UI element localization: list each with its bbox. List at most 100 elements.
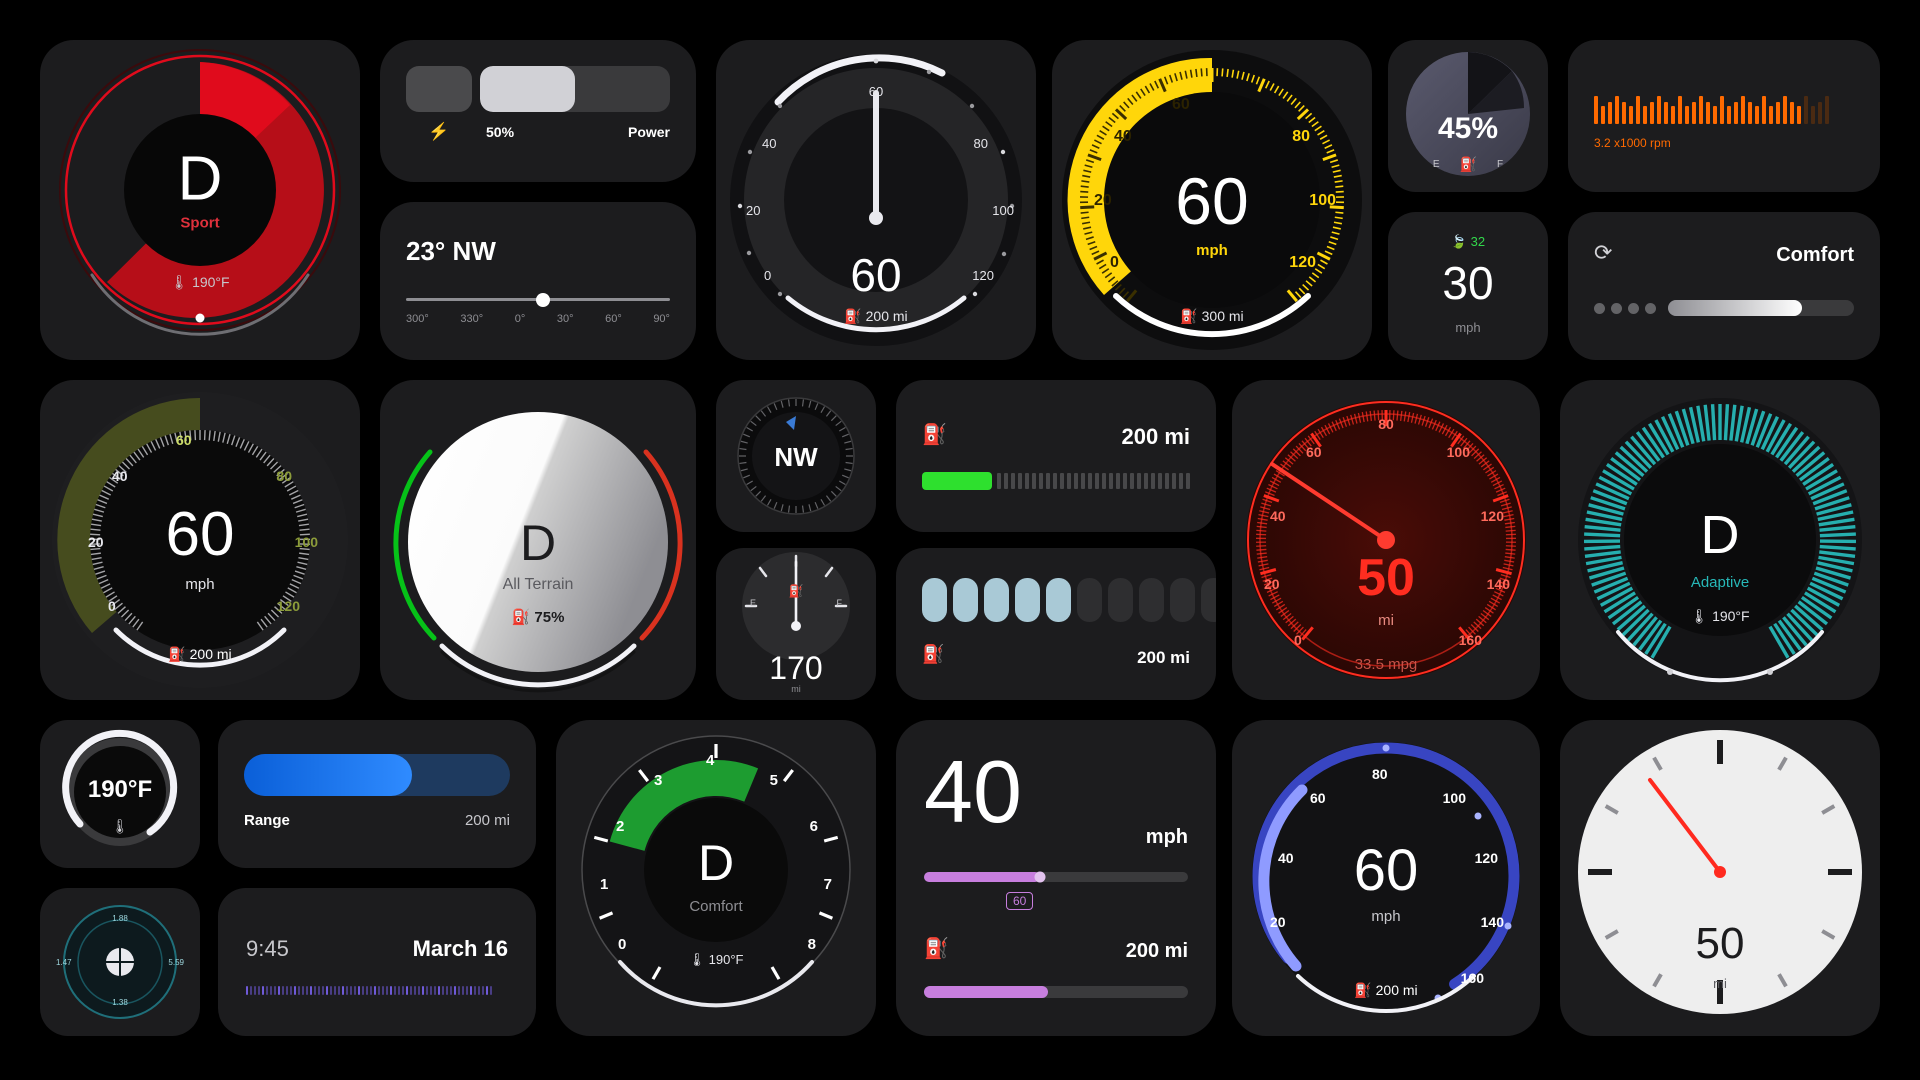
widget-fuel-pie[interactable]: 45% E ⛽ F [1388,40,1548,192]
speedo-mono-range: ⛽ 200 mi [844,308,908,324]
clock-tick [478,986,480,995]
rpm-label: 3.2 x1000 rpm [1594,136,1671,150]
clock-tick [306,986,308,995]
clock-tick-strip [246,986,508,995]
speed-40-slider[interactable] [924,871,1188,883]
red-dial-unit: mi [1378,612,1394,629]
dashboard-widget-gallery: D Sport 🌡 190°F ⚡ 50% Power 23° NW 300° … [0,0,1920,1080]
widget-gear-comfort-dial[interactable]: 4 3 2 1 0 5 6 7 8 D Comfort 🌡 190°F [556,720,876,1036]
rpm-bar [1783,96,1787,124]
widget-heading[interactable]: 23° NW 300° 330° 0° 30° 60° 90° [380,202,696,360]
widget-drive-mode-comfort[interactable]: ⟳ Comfort [1568,212,1880,360]
fuel-pump-icon: ⛽ [1354,982,1372,998]
widget-range-segments[interactable]: ⛽ 200 mi [896,548,1216,700]
gauge-tick [1226,68,1229,78]
widget-eco-speed[interactable]: 🍃 32 30 mph [1388,212,1548,360]
clock-tick [430,986,432,995]
range-tick [1158,473,1162,489]
range-tick [1060,473,1064,489]
widget-range-red-dial[interactable]: 80 60 40 20 0 100 120 140 160 50 mi 33.5… [1232,380,1540,700]
widget-speedo-blue[interactable]: 80 60 40 20 100 120 140 160 60 mph ⛽ 200… [1232,720,1540,1036]
widget-range-green[interactable]: ⛽ 200 mi [896,380,1216,532]
range-tick [1004,473,1008,489]
widget-tire-pressure[interactable]: 1.88 1.47 5.59 1.38 [40,888,200,1036]
range-tick [1039,473,1043,489]
widget-battery-power[interactable]: ⚡ 50% Power [380,40,696,182]
clock-date: March 16 [412,936,508,961]
power-label: Power [627,124,670,140]
speedo-blue-unit: mph [1371,908,1401,925]
clock-tick [422,986,424,995]
range-blue-track[interactable] [244,754,510,796]
mode-dot[interactable] [1628,302,1639,314]
mode-dot[interactable] [1594,302,1605,314]
rpm-bar [1804,96,1808,124]
battery-cell-idle [406,66,472,112]
range-tick [1165,473,1169,489]
rpm-bar [1755,106,1759,124]
fuel-pump-icon: ⛽ [922,424,947,446]
widget-all-terrain[interactable]: D All Terrain ⛽ 75% [380,380,696,700]
widget-analog-white[interactable]: 50 mi [1560,720,1880,1036]
mode-step-dots[interactable] [1594,302,1656,314]
widget-clock-date[interactable]: 9:45 March 16 [218,888,536,1036]
speedo-blue-value: 60 [1353,838,1419,903]
range-tick [1081,473,1085,489]
gauge-tick [1710,404,1717,441]
clock-tick [310,986,312,995]
speed-40-fuel-bar[interactable] [924,986,1188,998]
range-tick [1032,473,1036,489]
fuel-percent: 45% [1437,112,1499,145]
widget-gear-sport[interactable]: D Sport 🌡 190°F [40,40,360,360]
speed-40-fuel-fill [924,986,1049,998]
clock-tick [426,986,428,995]
heading-slider-knob[interactable] [536,292,551,307]
speed-40-range: 200 mi [1125,940,1188,962]
widget-speedo-olive[interactable]: 60 40 20 0 80 100 120 60 mph ⛽ 200 mi [40,380,360,700]
eco-speed-unit: mph [1455,320,1481,335]
widget-odometer[interactable]: E F ⛽ 170 mi [716,548,876,700]
widget-speedo-mono[interactable]: 60 40 20 0 80 100 120 60 ⛽ 200 mi [716,40,1036,360]
coolant-temp-icon: 🌡 [688,952,706,967]
widget-range-blue[interactable]: Range 200 mi [218,720,536,868]
speedo-olive-value: 60 [165,500,235,569]
fuel-pump-icon: ⛽ [511,609,531,626]
clock-tick [334,986,336,995]
widget-compass[interactable]: NW [716,380,876,532]
range-segment [1046,578,1071,622]
comfort-tick-8: 8 [807,936,816,953]
gauge-tick [1723,404,1730,441]
mode-dot[interactable] [1645,302,1656,314]
red-dial-tick-80: 80 [1378,416,1394,432]
eco-speed-value: 30 [1442,257,1494,309]
red-dial-tick-160: 160 [1458,632,1482,648]
speed-40-slider-fill [924,872,1041,882]
mode-intensity-slider[interactable] [1668,300,1854,316]
speedo-olive-tick-80: 80 [276,468,292,484]
widget-adaptive-teal[interactable]: D Adaptive 🌡 190°F [1560,380,1880,700]
rpm-bar [1790,102,1794,124]
clock-tick [470,986,472,995]
clock-tick [314,986,316,995]
heading-tick-labels: 300° 330° 0° 30° 60° 90° [406,313,670,325]
coolant-temp-readout: 🌡 190°F [170,274,230,290]
battery-level-track[interactable] [480,66,670,112]
widget-speedo-yellow[interactable]: 60 40 20 0 80 100 120 60 mph ⛽ 300 mi [1052,40,1372,360]
battery-level-fill [480,66,575,112]
clock-time: 9:45 [246,936,289,961]
clock-tick [318,986,320,995]
clock-tick [394,986,396,995]
speedo-olive-tick-40: 40 [112,468,128,484]
mode-dot[interactable] [1611,302,1622,314]
widget-rpm-bars[interactable]: 3.2 x1000 rpm [1568,40,1880,192]
speed-40-slider-knob[interactable] [1034,871,1046,883]
range-tick [1123,473,1127,489]
clock-tick [486,986,488,995]
heading-slider[interactable] [406,292,670,307]
range-tick [1137,473,1141,489]
rpm-bar [1706,102,1710,124]
clock-tick [346,986,348,995]
speed-40-value: 40 [924,742,1022,841]
widget-speed-40[interactable]: 40 mph 60 ⛽ 200 mi [896,720,1216,1036]
widget-coolant-temp[interactable]: 190°F 🌡 [40,720,200,868]
